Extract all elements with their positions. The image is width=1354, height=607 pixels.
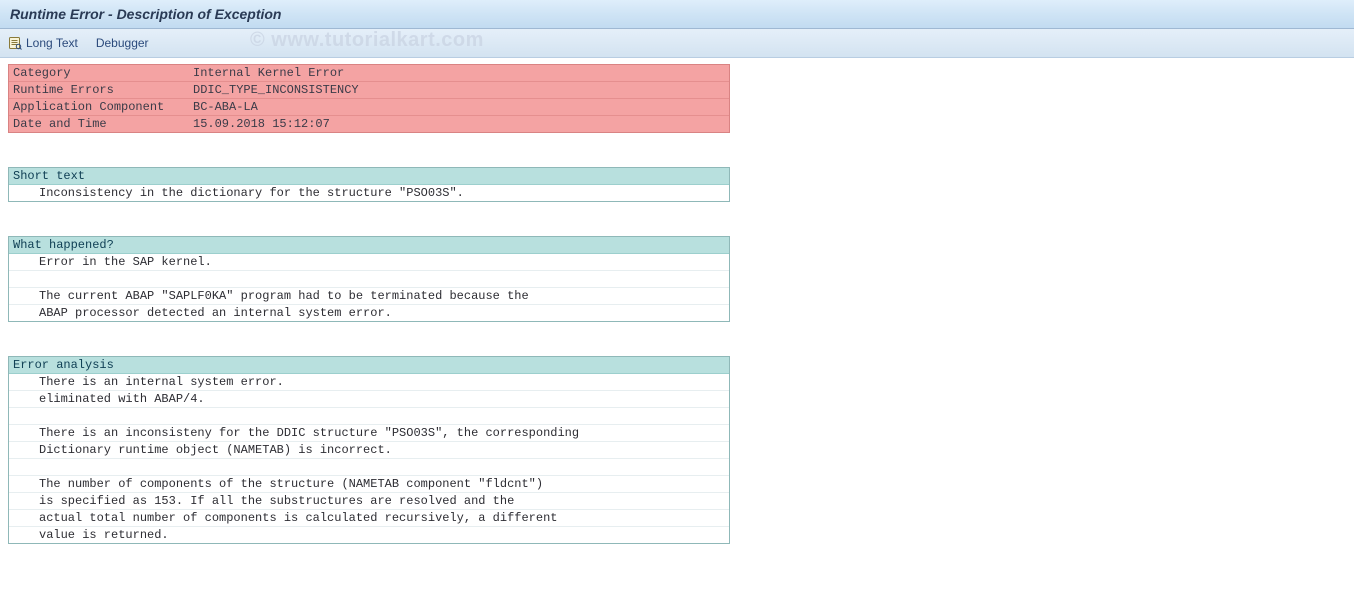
section-title: Short text bbox=[9, 168, 729, 185]
section-line: The current ABAP "SAPLF0KA" program had … bbox=[9, 288, 729, 305]
long-text-icon bbox=[8, 36, 22, 50]
section-title: What happened? bbox=[9, 237, 729, 254]
header-row: Runtime ErrorsDDIC_TYPE_INCONSISTENCY bbox=[9, 82, 729, 99]
section-line: Error in the SAP kernel. bbox=[9, 254, 729, 271]
header-value: Internal Kernel Error bbox=[193, 65, 725, 81]
header-label: Category bbox=[13, 65, 193, 81]
header-label: Date and Time bbox=[13, 116, 193, 132]
section-line: actual total number of components is cal… bbox=[9, 510, 729, 527]
section-line: There is an internal system error. bbox=[9, 374, 729, 391]
header-row: CategoryInternal Kernel Error bbox=[9, 65, 729, 82]
section-body: Inconsistency in the dictionary for the … bbox=[9, 185, 729, 201]
window-title: Runtime Error - Description of Exception bbox=[10, 6, 281, 22]
header-value: DDIC_TYPE_INCONSISTENCY bbox=[193, 82, 725, 98]
header-value: BC-ABA-LA bbox=[193, 99, 725, 115]
header-label: Application Component bbox=[13, 99, 193, 115]
long-text-button[interactable]: Long Text bbox=[8, 30, 78, 56]
header-value: 15.09.2018 15:12:07 bbox=[193, 116, 725, 132]
section-block: Short textInconsistency in the dictionar… bbox=[8, 167, 730, 202]
section-line bbox=[9, 408, 729, 425]
window-titlebar: Runtime Error - Description of Exception bbox=[0, 0, 1354, 29]
header-label: Runtime Errors bbox=[13, 82, 193, 98]
toolbar: Long Text Debugger © www.tutorialkart.co… bbox=[0, 29, 1354, 58]
debugger-label: Debugger bbox=[96, 30, 149, 56]
section-line: The number of components of the structur… bbox=[9, 476, 729, 493]
section-title: Error analysis bbox=[9, 357, 729, 374]
error-header-block: CategoryInternal Kernel ErrorRuntime Err… bbox=[8, 64, 730, 133]
section-line: is specified as 153. If all the substruc… bbox=[9, 493, 729, 510]
section-line: eliminated with ABAP/4. bbox=[9, 391, 729, 408]
section-body: There is an internal system error.elimin… bbox=[9, 374, 729, 543]
long-text-label: Long Text bbox=[26, 30, 78, 56]
section-line: Inconsistency in the dictionary for the … bbox=[9, 185, 729, 201]
main-scroll-area[interactable]: CategoryInternal Kernel ErrorRuntime Err… bbox=[0, 58, 1354, 607]
header-row: Date and Time15.09.2018 15:12:07 bbox=[9, 116, 729, 132]
section-block: What happened?Error in the SAP kernel. Th… bbox=[8, 236, 730, 322]
section-line bbox=[9, 271, 729, 288]
section-line: value is returned. bbox=[9, 527, 729, 543]
section-line: There is an inconsisteny for the DDIC st… bbox=[9, 425, 729, 442]
header-row: Application ComponentBC-ABA-LA bbox=[9, 99, 729, 116]
watermark-text: © www.tutorialkart.com bbox=[250, 27, 484, 53]
section-body: Error in the SAP kernel. The current ABAP… bbox=[9, 254, 729, 321]
section-line bbox=[9, 459, 729, 476]
debugger-button[interactable]: Debugger bbox=[96, 30, 149, 56]
section-line: Dictionary runtime object (NAMETAB) is i… bbox=[9, 442, 729, 459]
section-block: Error analysisThere is an internal syste… bbox=[8, 356, 730, 544]
section-line: ABAP processor detected an internal syst… bbox=[9, 305, 729, 321]
